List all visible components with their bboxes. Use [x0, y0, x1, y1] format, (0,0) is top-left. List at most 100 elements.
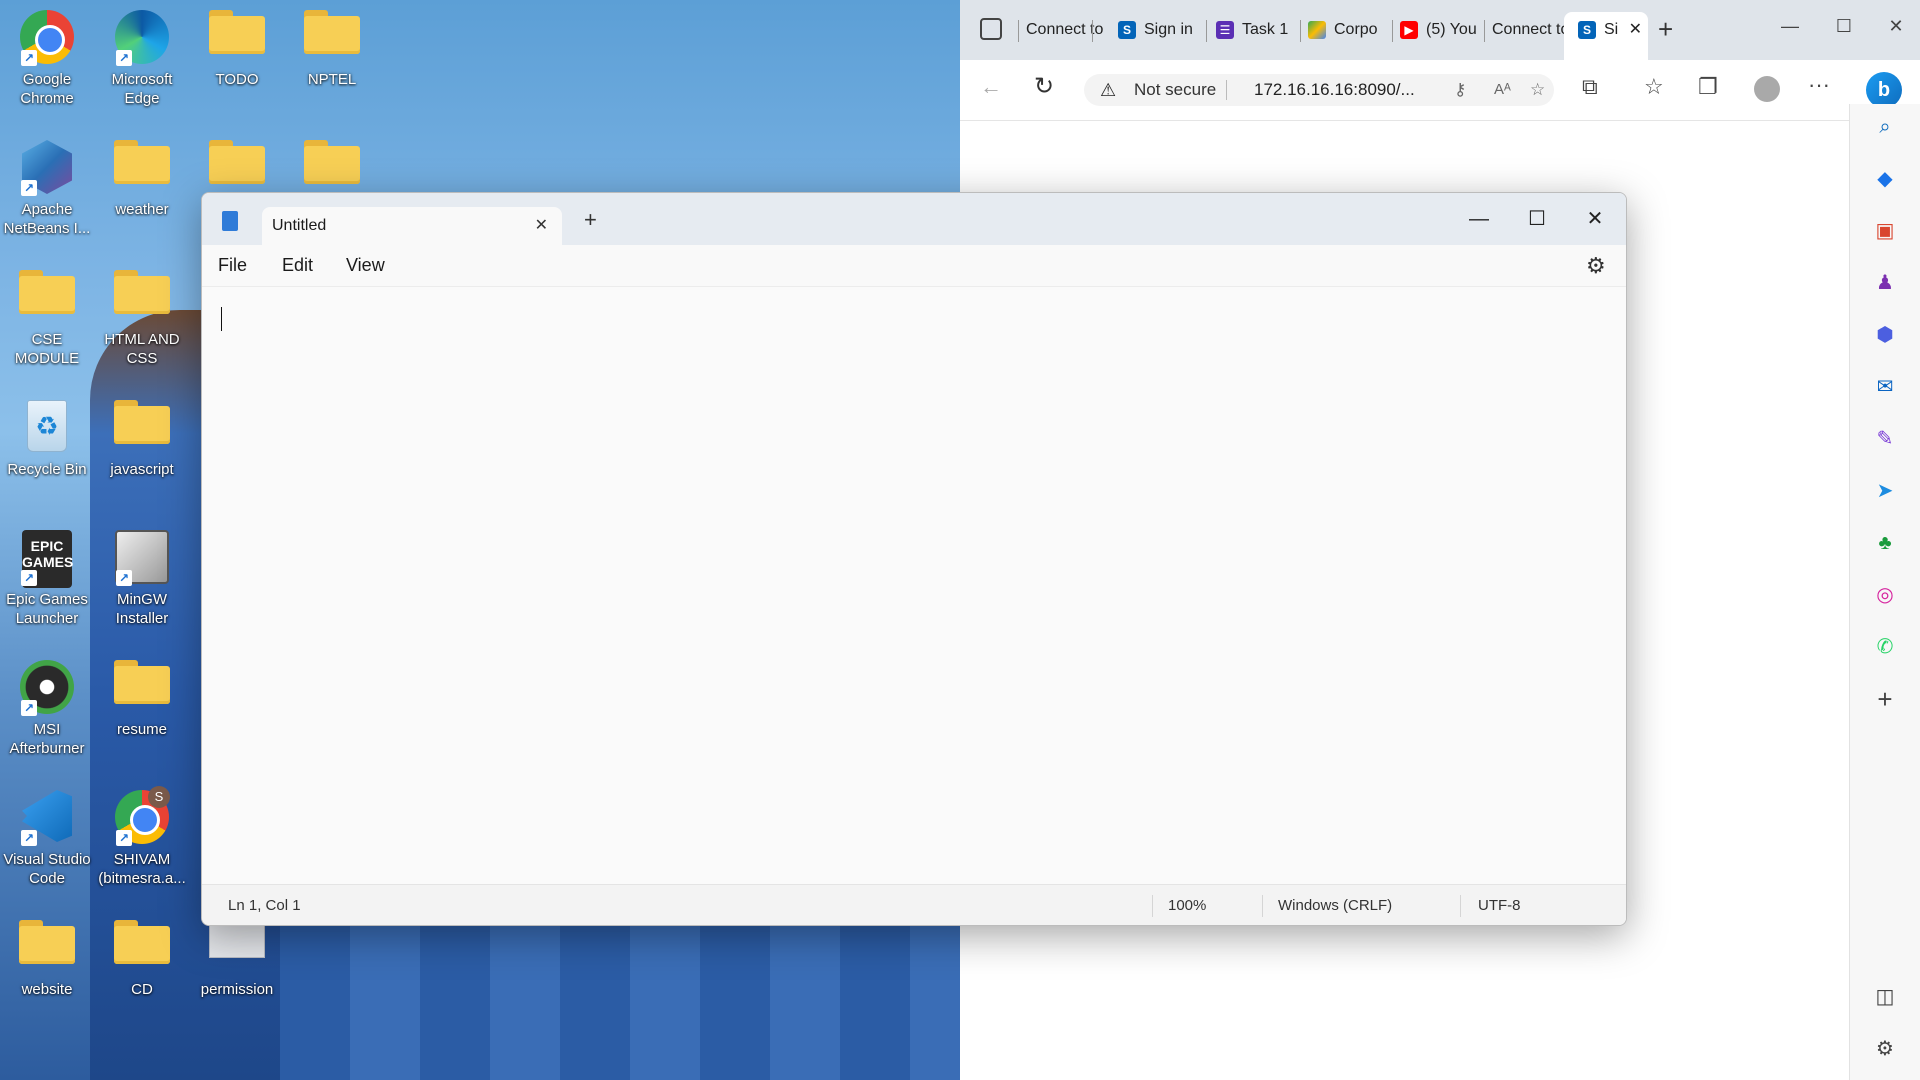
browser-tab[interactable]: S Sign in	[1118, 12, 1198, 48]
close-icon[interactable]: ✕	[1876, 12, 1916, 40]
whatsapp-icon[interactable]: ✆	[1872, 634, 1898, 660]
browser-toolbar: ← ↻ ⚠ Not secure 172.16.16.16:8090/... ⚷…	[960, 60, 1920, 121]
tab-label: (5) You	[1426, 21, 1477, 38]
desktop-icon-todo[interactable]: TODO	[190, 0, 284, 130]
edge-icon: ↗	[114, 10, 170, 66]
s-icon: S	[1578, 20, 1596, 39]
desktop-icon-permission[interactable]: permission	[190, 910, 284, 1040]
youtube-icon: ▶	[1400, 20, 1418, 39]
settings-icon[interactable]: ⚙	[1872, 1036, 1898, 1062]
desktop-icon-label: javascript	[110, 461, 174, 478]
microsoft365-icon[interactable]: ⬢	[1872, 322, 1898, 348]
key-icon[interactable]: ⚷	[1454, 74, 1466, 106]
notepad-window: Untitled ✕ + — ☐ ✕ File Edit View ⚙ Ln 1…	[201, 192, 1627, 926]
minimize-icon[interactable]: —	[1456, 203, 1502, 235]
menu-file[interactable]: File	[218, 255, 247, 276]
chrome-icon: ↗	[19, 10, 75, 66]
maximize-icon[interactable]: ☐	[1514, 203, 1560, 235]
desktop-icon-cd[interactable]: CD	[95, 910, 189, 1040]
desktop-icon-cse-module[interactable]: CSE MODULE	[0, 260, 94, 390]
desktop-icon-label: Google Chrome	[20, 71, 74, 107]
notepad-text-area[interactable]	[202, 287, 1626, 885]
refresh-icon[interactable]: ↻	[1034, 72, 1054, 101]
outlook-icon[interactable]: ✉	[1872, 374, 1898, 400]
new-tab-button[interactable]: +	[1658, 14, 1673, 45]
maximize-icon[interactable]: ☐	[1824, 12, 1864, 40]
desktop-icon-javascript[interactable]: javascript	[95, 390, 189, 520]
games-icon[interactable]: ♟	[1872, 270, 1898, 296]
desktop-icon-html-css[interactable]: HTML AND CSS	[95, 260, 189, 390]
desktop-icon-chrome-profile[interactable]: S ↗ SHIVAM (bitmesra.a...	[95, 780, 189, 910]
instagram-icon[interactable]: ◎	[1872, 582, 1898, 608]
browser-tab-bar: Connect to S Sign in ☰ Task 1 Corpo ▶ (5) Y…	[960, 0, 1920, 60]
add-icon[interactable]: +	[1872, 686, 1898, 712]
folder-icon	[19, 920, 75, 976]
desktop-icon-weather[interactable]: weather	[95, 130, 189, 260]
copilot-icon[interactable]: b	[1866, 72, 1902, 108]
toolbox-icon[interactable]: ▣	[1872, 218, 1898, 244]
collections-icon[interactable]: ❐	[1698, 74, 1718, 100]
notepad-icon	[222, 211, 238, 231]
tab-label: Connect to	[1492, 21, 1570, 38]
sidebar-toggle-icon[interactable]: ◫	[1872, 984, 1898, 1010]
shortcut-arrow-icon: ↗	[21, 180, 37, 196]
desktop-icon-label: MSI Afterburner	[9, 721, 85, 757]
desktop-icon-mingw[interactable]: ↗ MinGW Installer	[95, 520, 189, 650]
tree-icon[interactable]: ♣	[1872, 530, 1898, 556]
settings-icon[interactable]: ⚙	[1586, 253, 1606, 279]
desktop-icon-netbeans[interactable]: ↗ Apache NetBeans I...	[0, 130, 94, 260]
extensions-icon[interactable]: ⧉	[1582, 74, 1598, 100]
browser-tab[interactable]: Connect to	[1492, 12, 1572, 48]
browser-tab[interactable]: ▶ (5) You	[1400, 12, 1480, 48]
notepad-title-bar[interactable]: Untitled ✕ + — ☐ ✕	[202, 193, 1626, 245]
encoding[interactable]: UTF-8	[1478, 897, 1521, 914]
tab-actions-icon[interactable]	[980, 18, 1002, 40]
shortcut-arrow-icon: ↗	[116, 50, 132, 66]
desktop-icon-label: resume	[116, 721, 168, 738]
favorites-icon[interactable]: ☆	[1644, 74, 1664, 100]
desktop-icon-edge[interactable]: ↗ Microsoft Edge	[95, 0, 189, 130]
back-icon[interactable]: ←	[980, 74, 1002, 100]
mingw-installer-icon: ↗	[114, 530, 170, 586]
address-bar[interactable]: ⚠ Not secure 172.16.16.16:8090/... ⚷ Aᴬ …	[1084, 74, 1554, 106]
tag-icon[interactable]: ◆	[1872, 166, 1898, 192]
desktop-icon-label: Recycle Bin	[7, 461, 87, 478]
folder-icon	[114, 270, 170, 326]
desktop-icon-resume[interactable]: resume	[95, 650, 189, 780]
notepad-tab[interactable]: Untitled ✕	[262, 207, 562, 245]
designer-icon[interactable]: ✎	[1872, 426, 1898, 452]
desktop-icon-vscode[interactable]: ↗ Visual Studio Code	[0, 780, 94, 910]
recycle-bin-icon: ♻	[19, 400, 75, 456]
new-tab-button[interactable]: +	[584, 207, 597, 233]
zoom-level[interactable]: 100%	[1168, 897, 1206, 914]
close-tab-icon[interactable]: ✕	[1629, 12, 1642, 48]
folder-icon	[304, 140, 360, 196]
msi-afterburner-icon: ↗	[19, 660, 75, 716]
menu-view[interactable]: View	[346, 255, 385, 276]
add-favorite-icon[interactable]: ☆	[1530, 74, 1545, 106]
desktop-icon-label: NPTEL	[307, 71, 357, 88]
desktop-icon-label: TODO	[215, 71, 259, 88]
notepad-status-bar: Ln 1, Col 1 100% Windows (CRLF) UTF-8	[202, 884, 1626, 925]
desktop-icon-epic-games[interactable]: EPIC GAMES ↗ Epic Games Launcher	[0, 520, 94, 650]
browser-tab[interactable]: Corpo	[1308, 12, 1388, 48]
cursor-position: Ln 1, Col 1	[228, 897, 301, 914]
menu-edit[interactable]: Edit	[282, 255, 313, 276]
line-endings[interactable]: Windows (CRLF)	[1278, 897, 1392, 914]
desktop-icon-label: CD	[131, 981, 153, 998]
send-icon[interactable]: ➤	[1872, 478, 1898, 504]
profile-icon[interactable]	[1754, 76, 1780, 102]
desktop-icon-chrome[interactable]: ↗ Google Chrome	[0, 0, 94, 130]
minimize-icon[interactable]: —	[1770, 12, 1810, 40]
more-options-icon[interactable]: ···	[1808, 72, 1830, 98]
desktop-icon-recycle-bin[interactable]: ♻ Recycle Bin	[0, 390, 94, 520]
browser-tab-active[interactable]: S Si ✕	[1564, 12, 1648, 60]
search-icon[interactable]: ⌕	[1872, 114, 1898, 140]
desktop-icon-nptel[interactable]: NPTEL	[285, 0, 379, 130]
read-aloud-icon[interactable]: Aᴬ	[1494, 74, 1511, 106]
desktop-icon-website[interactable]: website	[0, 910, 94, 1040]
close-tab-icon[interactable]: ✕	[535, 215, 548, 235]
browser-tab[interactable]: ☰ Task 1	[1216, 12, 1296, 48]
close-icon[interactable]: ✕	[1572, 203, 1618, 235]
desktop-icon-msi-afterburner[interactable]: ↗ MSI Afterburner	[0, 650, 94, 780]
